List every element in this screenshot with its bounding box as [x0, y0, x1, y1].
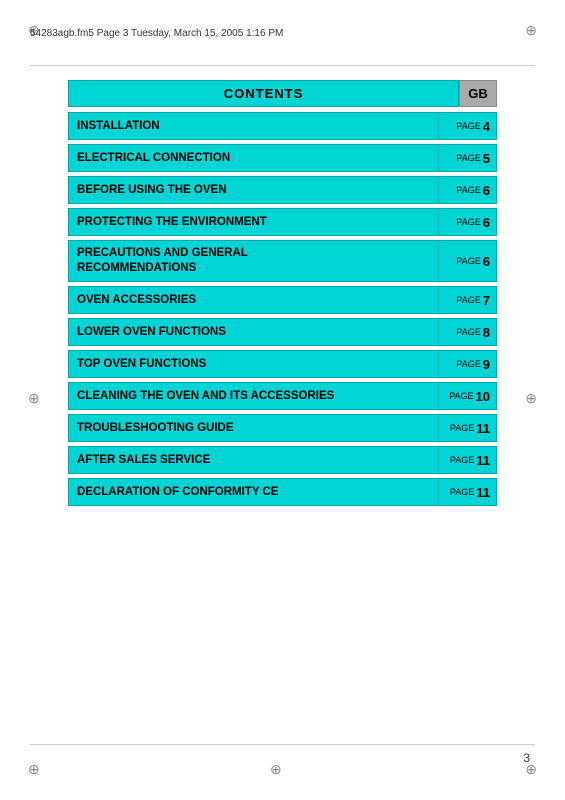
- contents-title: CONTENTS: [68, 80, 459, 107]
- toc-label: CLEANING THE OVEN AND ITS ACCESSORIES: [69, 383, 438, 409]
- toc-label: OVEN ACCESSORIES: [69, 287, 438, 313]
- page-word: PAGE: [456, 153, 480, 163]
- page: ⊕ ⊕ ⊕ ⊕ ⊕ ⊕ ⊕ 54283agb.fm5 Page 3 Tuesda…: [0, 0, 565, 800]
- toc-page: PAGE8: [438, 319, 496, 345]
- toc-label-text: LOWER OVEN FUNCTIONS: [77, 325, 226, 340]
- toc-container: INSTALLATIONPAGE4ELECTRICAL CONNECTIONPA…: [68, 112, 497, 506]
- toc-page: PAGE11: [438, 447, 496, 473]
- toc-page: PAGE9: [438, 351, 496, 377]
- toc-row: PRECAUTIONS AND GENERALRECOMMENDATIONS PA…: [68, 240, 497, 282]
- toc-row: PROTECTING THE ENVIRONMENT PAGE6: [68, 208, 497, 236]
- bottom-divider: [30, 744, 535, 745]
- page-num: 9: [483, 357, 490, 372]
- page-word: PAGE: [456, 256, 480, 266]
- page-num: 11: [476, 485, 490, 500]
- page-word: PAGE: [450, 487, 474, 497]
- contents-header: CONTENTS GB: [68, 80, 497, 107]
- page-word: PAGE: [449, 391, 473, 401]
- crosshair-bot-mid: ⊕: [270, 761, 282, 778]
- page-num: 11: [476, 421, 490, 436]
- content-area: CONTENTS GB INSTALLATIONPAGE4ELECTRICAL …: [68, 80, 497, 510]
- page-word: PAGE: [450, 455, 474, 465]
- crosshair-bot-left: ⊕: [28, 761, 40, 778]
- page-word: PAGE: [456, 121, 480, 131]
- toc-row: DECLARATION OF CONFORMITY CE PAGE11: [68, 478, 497, 506]
- toc-label-text: ELECTRICAL CONNECTION: [77, 151, 230, 166]
- toc-row: CLEANING THE OVEN AND ITS ACCESSORIES PAG…: [68, 382, 497, 410]
- page-num: 6: [483, 254, 490, 269]
- page-num: 6: [483, 215, 490, 230]
- toc-label: PRECAUTIONS AND GENERALRECOMMENDATIONS: [69, 241, 438, 281]
- page-word: PAGE: [456, 185, 480, 195]
- toc-label-text: CLEANING THE OVEN AND ITS ACCESSORIES: [77, 389, 334, 404]
- page-word: PAGE: [450, 423, 474, 433]
- toc-label-text: OVEN ACCESSORIES: [77, 293, 196, 308]
- page-num: 4: [483, 119, 490, 134]
- toc-label-text: DECLARATION OF CONFORMITY CE: [77, 485, 278, 500]
- toc-page: PAGE6: [438, 209, 496, 235]
- toc-label: ELECTRICAL CONNECTION: [69, 145, 438, 171]
- page-num: 10: [476, 389, 490, 404]
- toc-label-text: AFTER SALES SERVICE: [77, 453, 210, 468]
- toc-row: LOWER OVEN FUNCTIONS PAGE8: [68, 318, 497, 346]
- toc-row: TOP OVEN FUNCTIONS PAGE9: [68, 350, 497, 378]
- page-number: 3: [523, 751, 530, 765]
- page-word: PAGE: [456, 359, 480, 369]
- page-word: PAGE: [456, 295, 480, 305]
- gb-label: GB: [459, 80, 497, 107]
- toc-page: PAGE11: [438, 479, 496, 505]
- toc-label: BEFORE USING THE OVEN: [69, 177, 438, 203]
- toc-page: PAGE10: [438, 383, 496, 409]
- top-divider: [30, 65, 535, 66]
- toc-label-text: PROTECTING THE ENVIRONMENT: [77, 215, 267, 230]
- toc-label-text: BEFORE USING THE OVEN: [77, 183, 227, 198]
- toc-row: OVEN ACCESSORIES PAGE7: [68, 286, 497, 314]
- toc-label: TROUBLESHOOTING GUIDE: [69, 415, 438, 441]
- crosshair-mid-right: ⊕: [525, 390, 537, 407]
- page-num: 11: [476, 453, 490, 468]
- page-word: PAGE: [456, 327, 480, 337]
- toc-row: TROUBLESHOOTING GUIDE PAGE11: [68, 414, 497, 442]
- toc-label: AFTER SALES SERVICE: [69, 447, 438, 473]
- toc-page: PAGE7: [438, 287, 496, 313]
- toc-label-text: PRECAUTIONS AND GENERALRECOMMENDATIONS: [77, 246, 248, 276]
- page-num: 6: [483, 183, 490, 198]
- toc-page: PAGE6: [438, 177, 496, 203]
- crosshair-mid-left: ⊕: [28, 390, 40, 407]
- toc-label: PROTECTING THE ENVIRONMENT: [69, 209, 438, 235]
- toc-label-text: TROUBLESHOOTING GUIDE: [77, 421, 234, 436]
- toc-label: LOWER OVEN FUNCTIONS: [69, 319, 438, 345]
- toc-row: BEFORE USING THE OVEN PAGE6: [68, 176, 497, 204]
- toc-page: PAGE4: [438, 113, 496, 139]
- toc-label: INSTALLATION: [69, 113, 438, 139]
- toc-page: PAGE5: [438, 145, 496, 171]
- toc-row: INSTALLATION PAGE4: [68, 112, 497, 140]
- toc-row: ELECTRICAL CONNECTION PAGE5: [68, 144, 497, 172]
- toc-row: AFTER SALES SERVICE PAGE11: [68, 446, 497, 474]
- toc-page: PAGE11: [438, 415, 496, 441]
- page-num: 8: [483, 325, 490, 340]
- toc-label-text: TOP OVEN FUNCTIONS: [77, 357, 206, 372]
- toc-label: DECLARATION OF CONFORMITY CE: [69, 479, 438, 505]
- page-num: 5: [483, 151, 490, 166]
- toc-page: PAGE6: [438, 241, 496, 281]
- header-text: 54283agb.fm5 Page 3 Tuesday, March 15, 2…: [30, 28, 283, 39]
- page-word: PAGE: [456, 217, 480, 227]
- toc-label-text: INSTALLATION: [77, 119, 160, 134]
- toc-label: TOP OVEN FUNCTIONS: [69, 351, 438, 377]
- page-num: 7: [483, 293, 490, 308]
- header: 54283agb.fm5 Page 3 Tuesday, March 15, 2…: [30, 28, 535, 39]
